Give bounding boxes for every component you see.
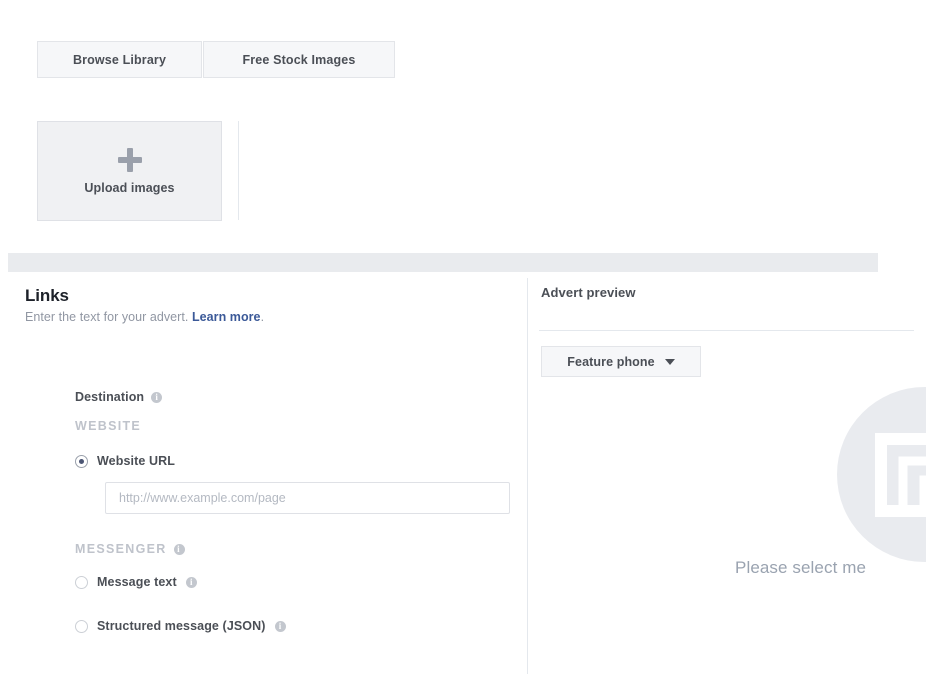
radio-website-url[interactable]: Website URL: [75, 454, 175, 468]
messenger-group-caption: MESSENGER: [75, 542, 185, 556]
radio-structured-message[interactable]: Structured message (JSON): [75, 619, 286, 633]
tab-browse-library[interactable]: Browse Library: [37, 41, 202, 78]
tab-browse-library-label: Browse Library: [72, 52, 167, 67]
media-upload-section: Browse Library Free Stock Images Upload …: [0, 0, 926, 250]
radio-structured-message-label: Structured message (JSON): [97, 619, 266, 633]
destination-info-icon[interactable]: [151, 391, 163, 403]
links-subtitle-text: Enter the text for your advert.: [25, 310, 192, 324]
radio-website-url-mark[interactable]: [75, 454, 88, 468]
radio-message-text-label: Message text: [97, 575, 177, 589]
chevron-down-icon: [664, 358, 675, 365]
media-source-tabs: Browse Library Free Stock Images: [37, 41, 395, 78]
upload-area: Upload images: [37, 121, 222, 221]
links-subtitle: Enter the text for your advert. Learn mo…: [25, 310, 505, 324]
upload-images-label: Upload images: [84, 181, 175, 195]
destination-label: Destination: [75, 390, 145, 404]
radio-structured-message-mark[interactable]: [75, 619, 88, 633]
links-section: Links Enter the text for your advert. Le…: [25, 286, 510, 633]
upload-images-button[interactable]: Upload images: [37, 121, 222, 221]
radio-message-text-mark[interactable]: [75, 575, 88, 589]
device-type-dropdown[interactable]: Feature phone: [541, 346, 701, 377]
website-group-caption: WEBSITE: [75, 419, 141, 433]
links-subtitle-suffix: .: [260, 310, 265, 324]
radio-website-url-label: Website URL: [97, 454, 175, 468]
device-type-value: Feature phone: [567, 354, 655, 369]
advert-preview-section: Advert preview Feature phone Please sele…: [527, 272, 926, 686]
messenger-info-icon[interactable]: [173, 543, 185, 555]
links-and-preview-panel: Links Enter the text for your advert. Le…: [0, 272, 926, 686]
advert-preview-stage: Please select me: [527, 382, 926, 686]
learn-more-link[interactable]: Learn more: [192, 310, 261, 324]
website-caption-label: WEBSITE: [75, 419, 142, 433]
preview-placeholder-message: Please select me: [735, 558, 867, 577]
upload-area-divider: [238, 121, 239, 220]
tab-free-stock-images[interactable]: Free Stock Images: [203, 41, 395, 78]
website-url-input[interactable]: [105, 482, 510, 514]
messenger-caption-label: MESSENGER: [75, 542, 167, 556]
plus-icon: [117, 147, 143, 173]
tab-free-stock-images-label: Free Stock Images: [242, 52, 356, 67]
advert-preview-rule: [539, 330, 914, 331]
advert-preview-title: Advert preview: [541, 285, 636, 300]
structured-message-info-icon[interactable]: [274, 620, 286, 632]
radio-message-text[interactable]: Message text: [75, 575, 197, 589]
destination-field-header: Destination: [75, 390, 163, 404]
page-title: Links: [25, 286, 69, 305]
section-separator-band: [8, 253, 878, 272]
image-placeholder-icon: [837, 387, 926, 562]
message-text-info-icon[interactable]: [185, 576, 197, 588]
